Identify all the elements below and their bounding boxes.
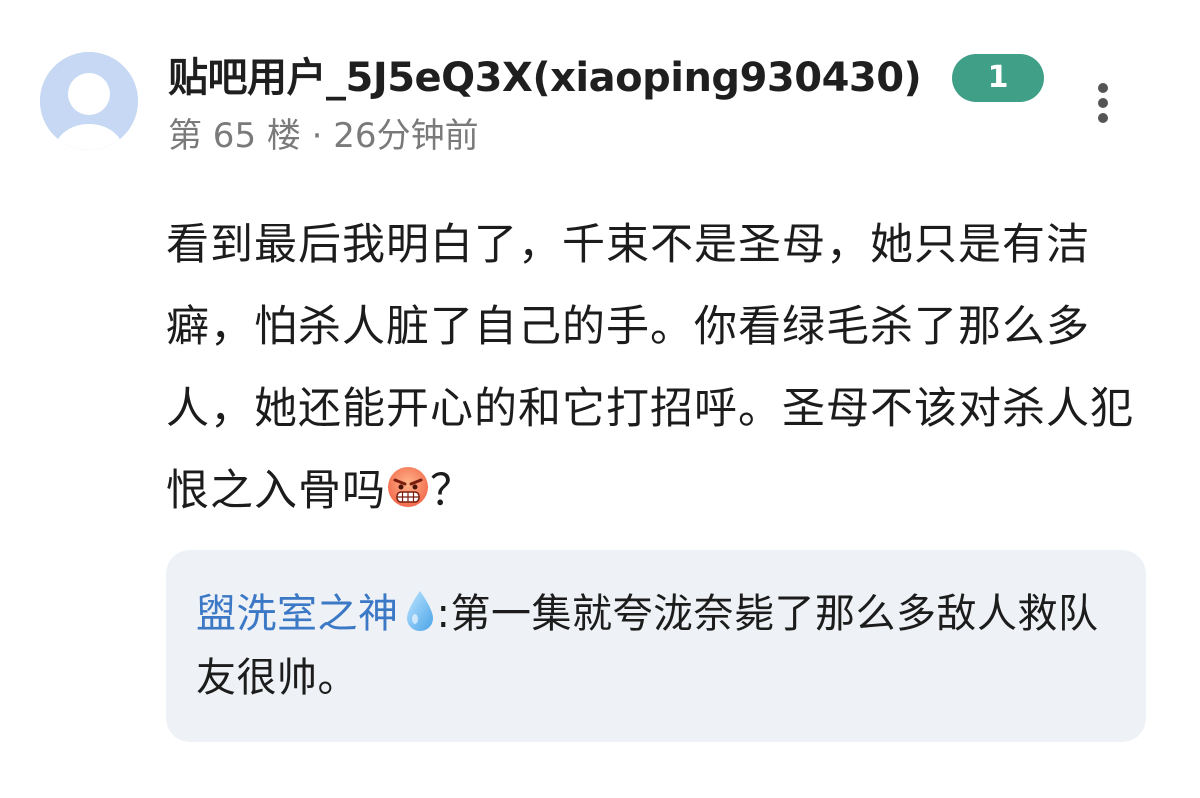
floor-and-time: 第 65 楼 · 26分钟前 xyxy=(168,116,479,156)
more-vertical-icon xyxy=(1098,83,1108,123)
post-content: 看到最后我明白了，千束不是圣母，她只是有洁癖，怕杀人脏了自己的手。你看绿毛杀了那… xyxy=(166,204,1151,532)
default-avatar-icon xyxy=(40,52,138,150)
water-drop-icon xyxy=(403,588,437,632)
more-options-button[interactable] xyxy=(1088,80,1118,128)
reply-text-block: 盥洗室之神 :第一集就夸泷奈毙了那么多敌人救队友很帅。 xyxy=(196,582,1126,710)
angry-face-emoji-icon xyxy=(386,454,430,507)
post-content-tail: ？ xyxy=(430,466,474,516)
user-avatar[interactable] xyxy=(40,52,138,150)
username[interactable]: 贴吧用户_5J5eQ3X(xiaoping930430) xyxy=(168,52,922,104)
post-item: 贴吧用户_5J5eQ3X(xiaoping930430) 1 第 65 楼 · … xyxy=(0,0,1200,798)
post-content-text: 看到最后我明白了，千束不是圣母，她只是有洁癖，怕杀人脏了自己的手。你看绿毛杀了那… xyxy=(166,220,1134,516)
reply-author[interactable]: 盥洗室之神 xyxy=(196,591,399,637)
level-badge: 1 xyxy=(952,54,1044,102)
reply-preview[interactable]: 盥洗室之神 :第一集就夸泷奈毙了那么多敌人救队友很帅。 xyxy=(166,550,1146,742)
